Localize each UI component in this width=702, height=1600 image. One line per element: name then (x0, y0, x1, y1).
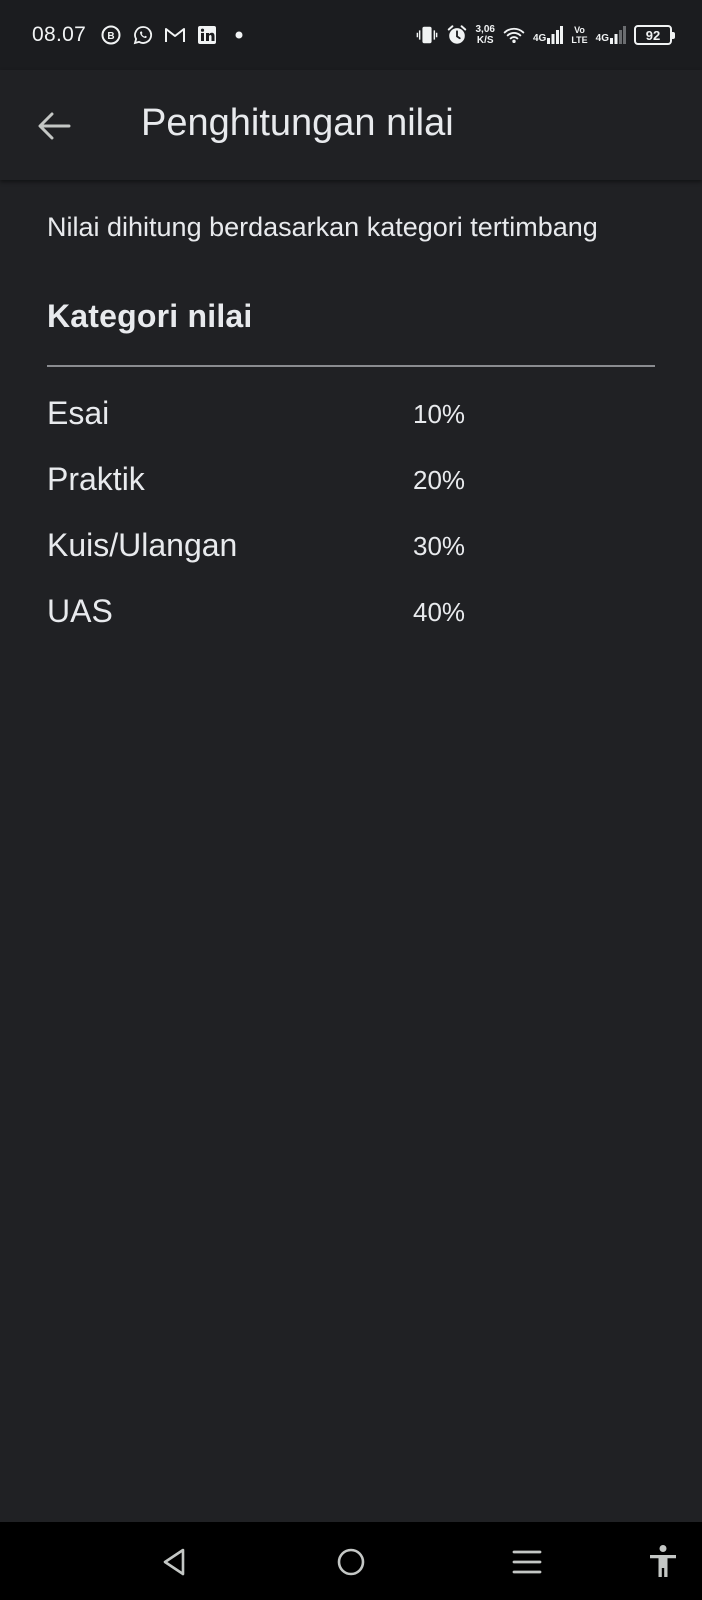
network-type-sim1: 4G (532, 33, 547, 44)
business-chat-icon: B (100, 24, 122, 46)
signal-bars-icon (547, 26, 564, 44)
network-speed-unit: K/S (476, 35, 494, 46)
network-type-sim2: 4G (595, 33, 609, 44)
accessibility-icon (650, 1545, 676, 1577)
category-weight: 30% (413, 531, 466, 561)
recents-nav-icon (512, 1550, 542, 1574)
signal-sim2: 4G (596, 26, 626, 44)
back-button[interactable] (34, 106, 74, 146)
category-list: Esai 10% Praktik 20% Kuis/Ulangan 30% UA… (47, 389, 655, 653)
divider (47, 365, 655, 367)
main-content: Nilai dihitung berdasarkan kategori tert… (47, 210, 655, 653)
volte-top: Vo (574, 25, 585, 35)
home-nav-icon (337, 1548, 365, 1576)
category-row-kuis: Kuis/Ulangan 30% (47, 521, 655, 587)
svg-text:B: B (107, 31, 114, 42)
back-nav-icon (163, 1548, 185, 1576)
status-left: 08.07 B (32, 23, 250, 47)
category-label: UAS (47, 593, 113, 629)
app-bar: Penghitungan nilai (0, 70, 702, 180)
status-time: 08.07 (32, 23, 87, 46)
category-label: Praktik (47, 461, 145, 497)
more-dot-icon (228, 24, 250, 46)
category-weight: 10% (413, 399, 466, 429)
category-weight: 40% (413, 597, 466, 627)
network-speed: 3,06 K/S (476, 24, 495, 46)
grading-description: Nilai dihitung berdasarkan kategori tert… (47, 212, 598, 242)
system-nav-bar (0, 1522, 702, 1600)
section-title: Kategori nilai (47, 298, 253, 334)
wifi-icon (503, 24, 525, 46)
category-row-uas: UAS 40% (47, 587, 655, 653)
gmail-icon (164, 24, 186, 46)
nav-home-button[interactable] (329, 1540, 373, 1584)
category-row-esai: Esai 10% (47, 389, 655, 455)
category-weight: 20% (413, 465, 466, 495)
battery-indicator: 92 (634, 25, 675, 45)
nav-back-button[interactable] (152, 1540, 196, 1584)
volte-bottom: LTE (571, 35, 588, 45)
signal-bars-weak-icon (610, 26, 626, 44)
vibrate-icon (416, 24, 438, 46)
category-row-praktik: Praktik 20% (47, 455, 655, 521)
volte-indicator: Vo LTE (571, 25, 587, 45)
network-speed-value: 3,06 (475, 24, 495, 35)
whatsapp-icon (132, 24, 154, 46)
page-title: Penghitungan nilai (141, 102, 454, 144)
nav-accessibility-button[interactable] (641, 1540, 685, 1584)
nav-recents-button[interactable] (505, 1540, 549, 1584)
status-bar: 08.07 B 3,06 K/S 4G Vo LTE 4G 92 (0, 0, 702, 70)
signal-sim1: 4G (532, 26, 564, 44)
category-label: Kuis/Ulangan (47, 527, 238, 563)
linkedin-icon (196, 24, 218, 46)
alarm-icon (446, 24, 468, 46)
arrow-back-icon (38, 112, 71, 140)
category-label: Esai (47, 395, 110, 431)
status-right: 3,06 K/S 4G Vo LTE 4G 92 (416, 0, 675, 70)
